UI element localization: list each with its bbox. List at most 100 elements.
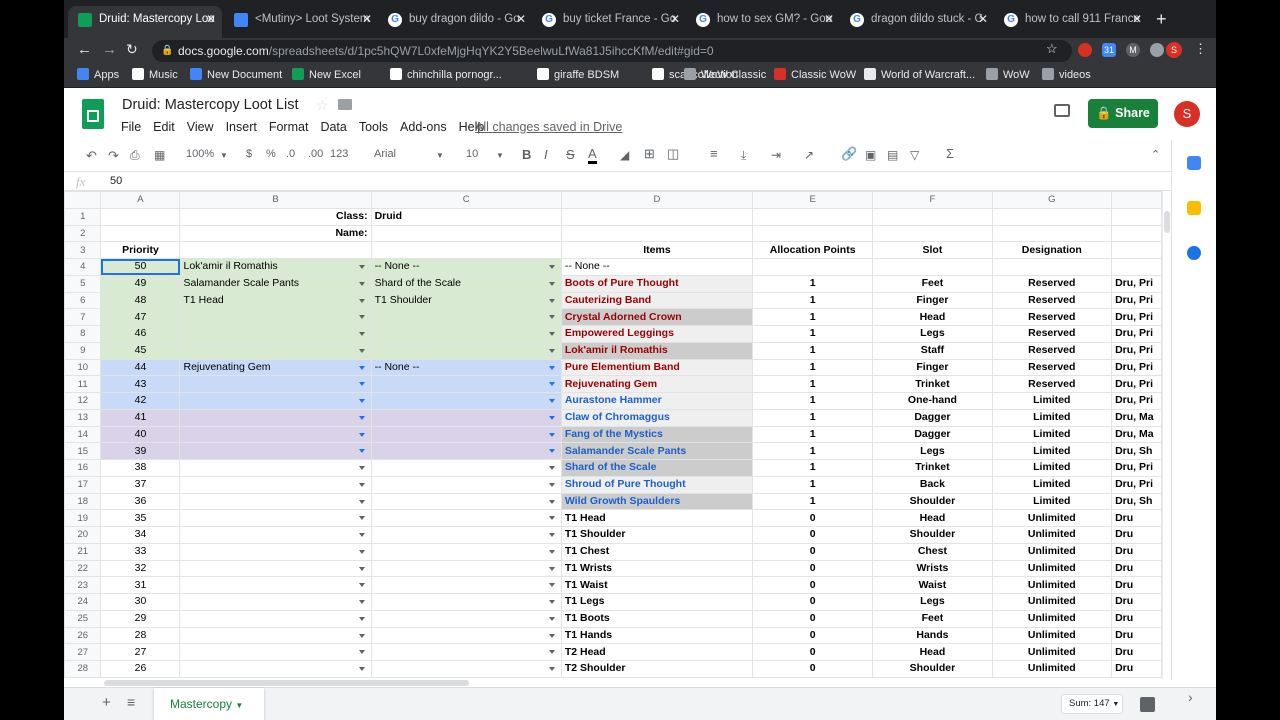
cell-g[interactable]: Limited bbox=[991, 392, 1113, 410]
bookmark-item[interactable]: giraffe BDSM bbox=[537, 68, 619, 81]
cell-b[interactable] bbox=[179, 325, 372, 343]
cell-e[interactable]: 0 bbox=[752, 660, 874, 678]
cell-g[interactable]: Designation bbox=[991, 241, 1113, 259]
row-header[interactable]: 8 bbox=[64, 325, 102, 343]
cell-c[interactable] bbox=[370, 308, 562, 326]
cell-f[interactable]: Finger bbox=[872, 291, 993, 310]
cell-f[interactable]: Staff bbox=[872, 341, 993, 360]
redo-icon[interactable]: ↷ bbox=[108, 148, 119, 164]
align-left-icon[interactable]: ≡ bbox=[710, 146, 718, 161]
currency-button[interactable]: $ bbox=[246, 148, 252, 160]
strikethrough-button[interactable]: S bbox=[566, 147, 575, 162]
browser-tab[interactable]: Gbuy ticket France - Go ✕ bbox=[532, 6, 686, 34]
bookmark-item[interactable]: WoW Classic bbox=[684, 68, 766, 81]
cell-d[interactable]: Crystal Adorned Crown bbox=[560, 308, 754, 326]
borders-icon[interactable]: ⊞ bbox=[644, 146, 655, 162]
cell-d[interactable]: Items bbox=[560, 241, 754, 259]
cell-b[interactable] bbox=[179, 475, 372, 494]
comment-icon[interactable]: ▣ bbox=[865, 148, 876, 162]
cell-a[interactable] bbox=[100, 224, 181, 243]
cell-g[interactable]: Unlimited bbox=[991, 559, 1113, 578]
cell-c[interactable] bbox=[370, 509, 562, 527]
row-header[interactable]: 11 bbox=[64, 375, 102, 393]
cell-b[interactable] bbox=[179, 526, 372, 544]
column-header[interactable]: C bbox=[370, 191, 562, 209]
cell-g[interactable]: Unlimited bbox=[991, 609, 1113, 628]
cell-b[interactable] bbox=[179, 593, 372, 611]
cell-a[interactable]: 47 bbox=[100, 308, 181, 326]
formula-input[interactable]: 50 bbox=[110, 175, 122, 187]
cell-d[interactable]: T1 Boots bbox=[560, 609, 754, 628]
cell-f[interactable]: Back bbox=[872, 475, 993, 494]
browser-menu-icon[interactable]: ⋮ bbox=[1194, 41, 1207, 57]
column-header[interactable]: A bbox=[100, 191, 181, 209]
cell-h[interactable]: Dru, Pri bbox=[1111, 475, 1162, 494]
cell-e[interactable]: 0 bbox=[752, 509, 874, 527]
cell-e[interactable]: 1 bbox=[752, 358, 874, 377]
horizontal-scrollbar[interactable] bbox=[64, 679, 1171, 687]
cell-a[interactable]: 31 bbox=[100, 576, 181, 594]
menu-data[interactable]: Data bbox=[320, 120, 346, 134]
percent-button[interactable]: % bbox=[266, 148, 276, 160]
column-header[interactable]: G bbox=[991, 191, 1113, 209]
select-all-corner[interactable] bbox=[64, 191, 102, 209]
cell-b[interactable] bbox=[179, 308, 372, 326]
cell-c[interactable] bbox=[370, 375, 562, 393]
all-sheets-icon[interactable]: ≡ bbox=[127, 694, 135, 710]
fill-color-icon[interactable]: ◢ bbox=[620, 148, 629, 162]
cell-f[interactable]: Shoulder bbox=[872, 526, 993, 544]
cell-d[interactable]: T1 Head bbox=[560, 509, 754, 527]
cell-f[interactable]: Head bbox=[872, 509, 993, 527]
bookmark-item[interactable]: Classic WoW bbox=[774, 68, 856, 81]
browser-tab[interactable]: Ghow to call 911 France ✕ bbox=[994, 6, 1148, 34]
cell-d[interactable]: T1 Wrists bbox=[560, 559, 754, 578]
menu-addons[interactable]: Add-ons bbox=[400, 120, 447, 134]
cell-e[interactable]: 1 bbox=[752, 459, 874, 477]
row-header[interactable]: 16 bbox=[64, 459, 102, 477]
cell-f[interactable]: Finger bbox=[872, 358, 993, 377]
cell-e[interactable]: 1 bbox=[752, 425, 874, 444]
row-header[interactable]: 24 bbox=[64, 593, 102, 611]
cell-h[interactable]: Dru, Ma bbox=[1111, 425, 1162, 444]
chart-icon[interactable]: ▤ bbox=[887, 148, 898, 162]
menu-view[interactable]: View bbox=[187, 120, 214, 134]
cell-g[interactable]: Reserved bbox=[991, 341, 1113, 360]
cell-a[interactable]: 38 bbox=[100, 459, 181, 477]
bookmark-item[interactable]: New Excel bbox=[292, 68, 361, 81]
cell-c[interactable] bbox=[370, 224, 562, 243]
cell-a[interactable]: 50 bbox=[100, 258, 181, 276]
avatar[interactable]: S bbox=[1174, 101, 1200, 127]
cell-b[interactable] bbox=[179, 509, 372, 527]
cell-a[interactable]: 37 bbox=[100, 475, 181, 494]
cell-g[interactable]: Reserved bbox=[991, 325, 1113, 343]
cell-h[interactable]: Dru, Pri bbox=[1111, 308, 1162, 326]
cell-d[interactable]: Boots of Pure Thought bbox=[560, 274, 754, 293]
menu-format[interactable]: Format bbox=[269, 120, 309, 134]
decrease-decimal-button[interactable]: .0 bbox=[286, 148, 295, 160]
row-header[interactable]: 23 bbox=[64, 576, 102, 594]
close-icon[interactable]: ✕ bbox=[1132, 12, 1142, 26]
close-icon[interactable]: ✕ bbox=[206, 12, 216, 26]
sheet-tab[interactable]: Mastercopy ▼ bbox=[154, 688, 264, 720]
bookmark-item[interactable]: New Document bbox=[190, 68, 282, 81]
browser-tab[interactable]: Ghow to sex GM? - Goo ✕ bbox=[686, 6, 840, 34]
column-header[interactable]: F bbox=[872, 191, 993, 209]
cell-f[interactable]: Wrists bbox=[872, 559, 993, 578]
cell-a[interactable]: 35 bbox=[100, 509, 181, 527]
cell-g[interactable]: Unlimited bbox=[991, 626, 1113, 645]
merge-cells-icon[interactable]: ◫ bbox=[667, 146, 679, 162]
cell-g[interactable]: Limited bbox=[991, 408, 1113, 427]
font-select[interactable]: Arial bbox=[374, 148, 396, 160]
cell-f[interactable]: Head bbox=[872, 643, 993, 661]
calendar-extension-icon[interactable]: 31 bbox=[1102, 43, 1116, 57]
menu-insert[interactable]: Insert bbox=[226, 120, 257, 134]
row-header[interactable]: 19 bbox=[64, 509, 102, 527]
cell-d[interactable]: Shroud of Pure Thought bbox=[560, 475, 754, 494]
cell-d[interactable]: Lok'amir il Romathis bbox=[560, 341, 754, 360]
cell-e[interactable]: 1 bbox=[752, 408, 874, 427]
cell-a[interactable]: 32 bbox=[100, 559, 181, 578]
row-header[interactable]: 21 bbox=[64, 542, 102, 561]
cell-f[interactable]: Legs bbox=[872, 442, 993, 460]
back-icon[interactable]: ← bbox=[77, 41, 92, 58]
cell-b[interactable] bbox=[179, 459, 372, 477]
